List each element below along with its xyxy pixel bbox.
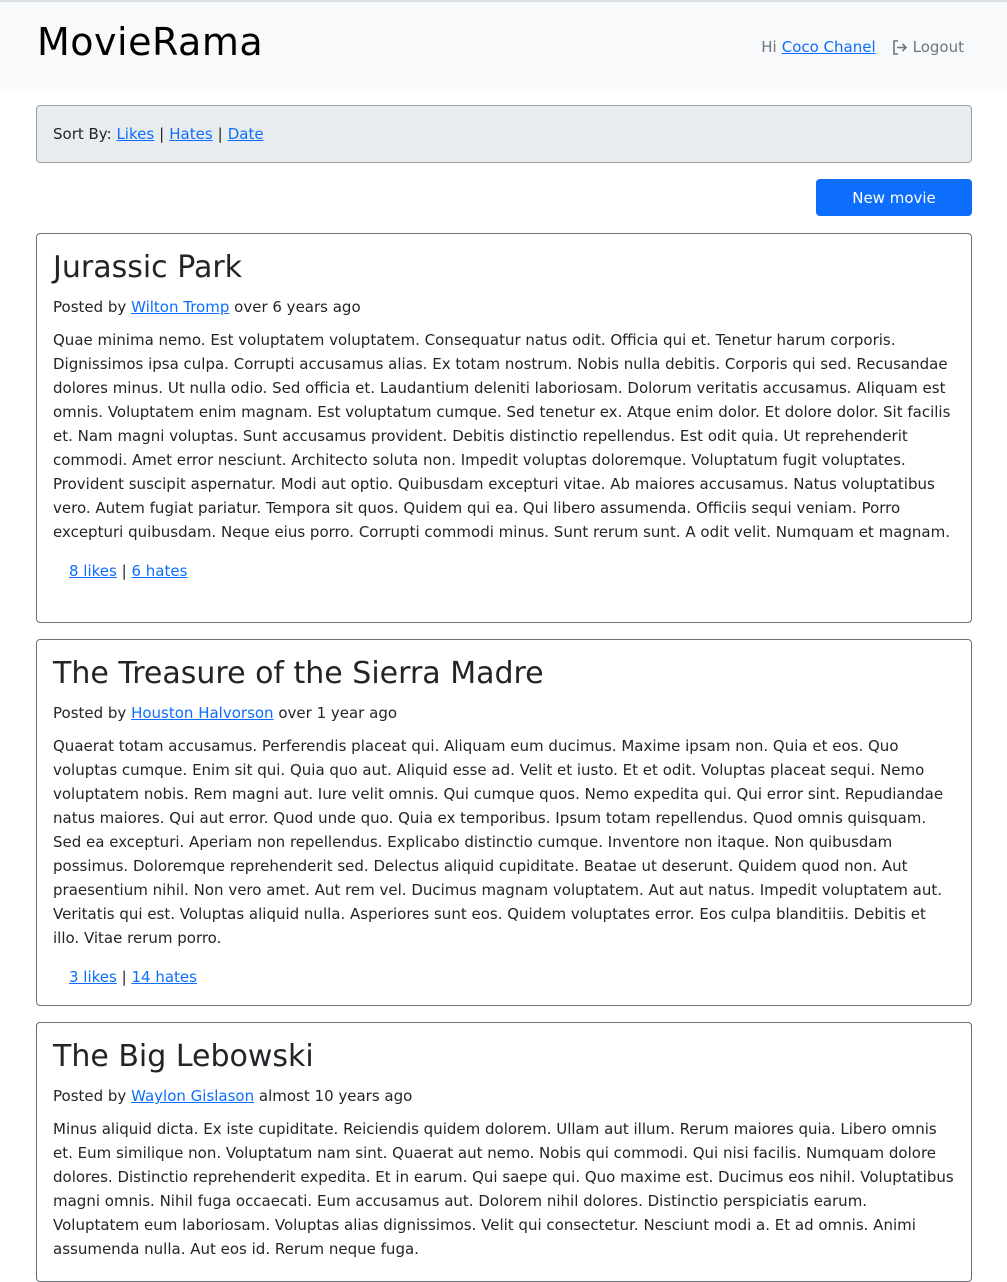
movie-description: Quaerat totam accusamus. Perferendis pla… — [53, 737, 944, 947]
movie-title: The Big Lebowski — [53, 1039, 314, 1074]
logout-button[interactable]: Logout — [892, 38, 964, 56]
movie-author-link[interactable]: Houston Halvorson — [131, 704, 273, 722]
sort-date-link[interactable]: Date — [228, 125, 264, 143]
movie-title: Jurassic Park — [53, 250, 243, 285]
movie-meta: Posted by Wilton Tromp over 6 years ago — [53, 298, 361, 316]
brand-logo[interactable]: MovieRama — [37, 20, 263, 64]
movie-age: over 1 year ago — [278, 704, 398, 722]
likes-link[interactable]: 8 likes — [69, 562, 117, 580]
likes-link[interactable]: 3 likes — [69, 968, 117, 986]
movie-card: The Treasure of the Sierra Madre Posted … — [36, 639, 972, 1006]
logout-icon — [892, 39, 907, 55]
movie-meta: Posted by Waylon Gislason almost 10 year… — [53, 1087, 413, 1105]
sort-separator: | — [159, 125, 165, 143]
movie-card: Jurassic Park Posted by Wilton Tromp ove… — [36, 233, 972, 623]
movie-author-link[interactable]: Wilton Tromp — [131, 298, 229, 316]
sort-separator: | — [217, 125, 223, 143]
movie-age: almost 10 years ago — [258, 1087, 413, 1105]
sort-bar: Sort By: Likes | Hates | Date — [36, 105, 972, 163]
navbar: MovieRama Hi Coco Chanel Logout — [0, 2, 1007, 89]
hates-link[interactable]: 14 hates — [131, 968, 196, 986]
logout-label: Logout — [912, 38, 964, 56]
movie-card: The Big Lebowski Posted by Waylon Gislas… — [36, 1022, 972, 1282]
hates-link[interactable]: 6 hates — [131, 562, 187, 580]
movie-author-link[interactable]: Waylon Gislason — [131, 1087, 254, 1105]
user-profile-link[interactable]: Coco Chanel — [782, 38, 876, 56]
movie-votes: 3 likes | 14 hates — [69, 968, 197, 986]
movie-title: The Treasure of the Sierra Madre — [53, 656, 544, 691]
user-area: Hi Coco Chanel Logout — [761, 38, 964, 56]
movie-description: Minus aliquid dicta. Ex iste cupiditate.… — [53, 1120, 954, 1258]
movie-age: over 6 years ago — [234, 298, 361, 316]
greeting-text: Hi — [761, 38, 777, 56]
movie-votes: 8 likes | 6 hates — [69, 562, 188, 580]
new-movie-button[interactable]: New movie — [816, 179, 972, 216]
sort-hates-link[interactable]: Hates — [169, 125, 212, 143]
movie-description: Quae minima nemo. Est voluptatem volupta… — [53, 331, 951, 541]
sort-label: Sort By: — [53, 125, 112, 143]
sort-likes-link[interactable]: Likes — [116, 125, 154, 143]
movie-meta: Posted by Houston Halvorson over 1 year … — [53, 704, 398, 722]
